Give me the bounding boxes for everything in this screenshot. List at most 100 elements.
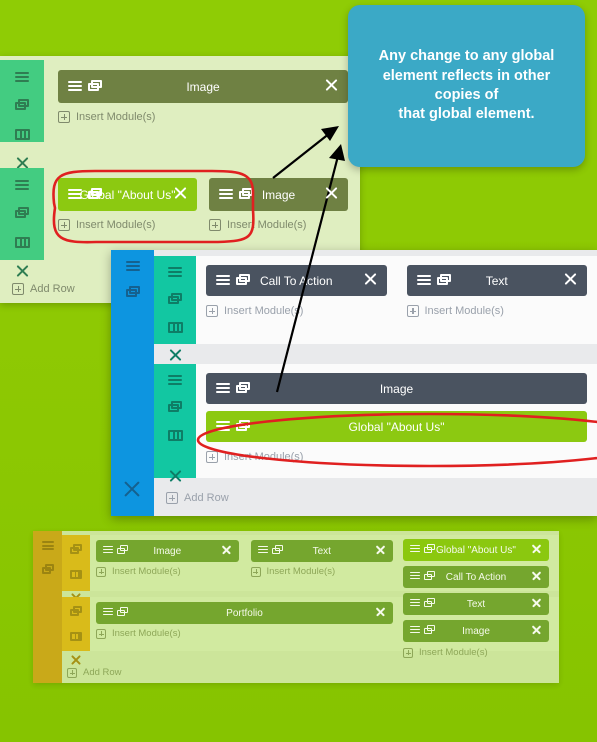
clone-icon[interactable] xyxy=(424,625,435,637)
hamburger-icon[interactable] xyxy=(216,274,230,287)
module-global-about-us[interactable]: Global "About Us" xyxy=(403,539,549,561)
insert-modules-button[interactable]: Insert Module(s) xyxy=(96,566,239,577)
clone-icon[interactable] xyxy=(168,401,182,417)
close-icon[interactable] xyxy=(363,272,387,289)
module-image[interactable]: Image xyxy=(206,373,587,404)
close-icon[interactable] xyxy=(532,624,549,638)
columns-icon[interactable] xyxy=(70,567,82,583)
close-icon[interactable] xyxy=(325,78,348,95)
insert-modules-button[interactable]: Insert Module(s) xyxy=(58,111,348,123)
hamburger-icon[interactable] xyxy=(68,188,82,201)
hamburger-icon[interactable] xyxy=(416,274,431,287)
close-icon[interactable] xyxy=(168,469,182,487)
module-text[interactable]: Text xyxy=(250,540,393,562)
module-label: Global "About Us" xyxy=(348,419,445,434)
hamburger-icon[interactable] xyxy=(216,382,230,395)
close-icon[interactable] xyxy=(532,570,549,584)
hamburger-icon[interactable] xyxy=(410,571,420,583)
clone-icon[interactable] xyxy=(117,607,128,619)
row-settings-bar xyxy=(62,597,90,665)
hamburger-icon[interactable] xyxy=(410,598,420,610)
close-icon[interactable] xyxy=(325,186,348,203)
module-call-to-action[interactable]: Call To Action xyxy=(206,265,387,296)
columns-icon[interactable] xyxy=(70,629,82,645)
clone-icon[interactable] xyxy=(436,273,451,288)
hamburger-icon[interactable] xyxy=(41,538,54,554)
insert-modules-button[interactable]: Insert Module(s) xyxy=(206,451,587,463)
insert-modules-button[interactable]: Insert Module(s) xyxy=(96,628,393,639)
module-global-about-us[interactable]: Global "About Us" xyxy=(58,178,197,211)
columns-icon[interactable] xyxy=(14,128,30,144)
clone-icon[interactable] xyxy=(236,273,250,288)
insert-modules-button[interactable]: Insert Module(s) xyxy=(250,566,394,577)
module-image[interactable]: Image xyxy=(209,178,348,211)
clone-icon[interactable] xyxy=(70,542,82,558)
hamburger-icon[interactable] xyxy=(410,544,420,556)
columns-icon[interactable] xyxy=(14,236,30,252)
close-icon[interactable] xyxy=(124,481,141,502)
clone-icon[interactable] xyxy=(424,571,435,583)
clone-icon[interactable] xyxy=(15,99,29,115)
clone-icon[interactable] xyxy=(41,562,54,578)
hamburger-icon[interactable] xyxy=(15,178,29,194)
module-text[interactable]: Text xyxy=(403,593,549,615)
hamburger-icon[interactable] xyxy=(410,625,420,637)
clone-icon[interactable] xyxy=(239,187,253,202)
module-text[interactable]: Text xyxy=(406,265,587,296)
module-handles xyxy=(206,381,250,396)
plus-icon xyxy=(206,305,218,317)
close-icon[interactable] xyxy=(174,186,197,203)
hamburger-icon[interactable] xyxy=(68,80,82,93)
hamburger-icon[interactable] xyxy=(168,373,182,389)
clone-icon[interactable] xyxy=(117,545,128,557)
module-call-to-action[interactable]: Call To Action xyxy=(403,566,549,588)
insert-modules-button[interactable]: Insert Module(s) xyxy=(209,219,348,231)
row-columns: Image Insert Module(s) xyxy=(44,60,360,142)
module-handles xyxy=(251,545,283,557)
hamburger-icon[interactable] xyxy=(216,420,230,433)
hamburger-icon[interactable] xyxy=(103,545,113,557)
add-row-label: Add Row xyxy=(83,667,122,678)
hamburger-icon[interactable] xyxy=(15,70,29,86)
add-row-button[interactable]: Add Row xyxy=(67,667,122,678)
insert-modules-button[interactable]: Insert Module(s) xyxy=(206,305,387,317)
close-icon[interactable] xyxy=(221,544,239,558)
column: Global "About Us" Call To Action Text Im… xyxy=(403,539,549,658)
clone-icon[interactable] xyxy=(125,286,140,302)
module-image[interactable]: Image xyxy=(96,540,239,562)
hamburger-icon[interactable] xyxy=(103,607,113,619)
add-row-button[interactable]: Add Row xyxy=(12,283,75,295)
plus-icon xyxy=(96,628,106,639)
clone-icon[interactable] xyxy=(236,381,250,396)
module-image[interactable]: Image xyxy=(58,70,348,103)
hamburger-icon[interactable] xyxy=(168,265,182,281)
columns-icon[interactable] xyxy=(167,321,183,337)
insert-modules-button[interactable]: Insert Module(s) xyxy=(403,647,549,658)
clone-icon[interactable] xyxy=(15,207,29,223)
hamburger-icon[interactable] xyxy=(257,545,268,557)
clone-icon[interactable] xyxy=(70,604,82,620)
close-icon[interactable] xyxy=(532,597,549,611)
hamburger-icon[interactable] xyxy=(125,259,140,275)
close-icon[interactable] xyxy=(15,264,29,282)
module-portfolio[interactable]: Portfolio xyxy=(96,602,393,624)
clone-icon[interactable] xyxy=(424,598,435,610)
close-icon[interactable] xyxy=(376,606,393,620)
module-global-about-us[interactable]: Global "About Us" xyxy=(206,411,587,442)
insert-modules-button[interactable]: Insert Module(s) xyxy=(406,305,588,317)
clone-icon[interactable] xyxy=(168,293,182,309)
clone-icon[interactable] xyxy=(88,79,102,94)
clone-icon[interactable] xyxy=(424,544,435,556)
add-row-button[interactable]: Add Row xyxy=(166,492,229,504)
columns-icon[interactable] xyxy=(167,429,183,445)
module-image[interactable]: Image xyxy=(403,620,549,642)
clone-icon[interactable] xyxy=(88,187,102,202)
clone-icon[interactable] xyxy=(236,419,250,434)
close-icon[interactable] xyxy=(532,543,549,557)
hamburger-icon[interactable] xyxy=(219,188,233,201)
clone-icon[interactable] xyxy=(271,545,283,557)
insert-modules-button[interactable]: Insert Module(s) xyxy=(58,219,197,231)
close-icon[interactable] xyxy=(376,544,393,558)
insert-modules-label: Insert Module(s) xyxy=(224,451,304,463)
close-icon[interactable] xyxy=(564,272,587,289)
